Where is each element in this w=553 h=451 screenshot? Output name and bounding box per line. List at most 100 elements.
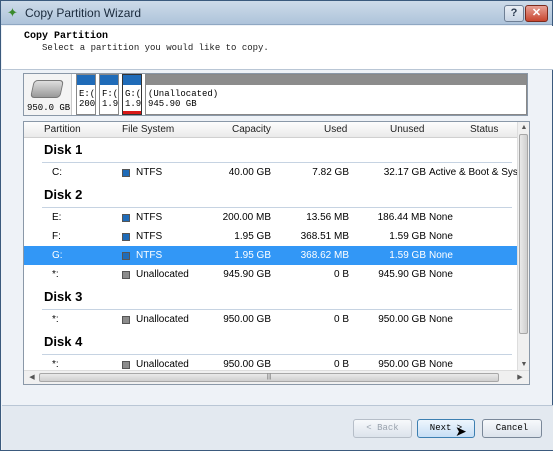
selected-indicator [123, 111, 141, 114]
partition-block-label: E:(200 [79, 89, 95, 109]
cell-capacity: 1.95 GB [234, 231, 271, 242]
mouse-pointer-icon: ➤ [455, 423, 467, 439]
title-bar[interactable]: ✦ Copy Partition Wizard ? ✕ [1, 1, 552, 25]
cell-used: 0 B [333, 359, 349, 370]
partition-block-f[interactable]: F:(1.9 [99, 74, 119, 115]
copy-partition-wizard-window: ✦ Copy Partition Wizard ? ✕ Copy Partiti… [0, 0, 553, 451]
cell-filesystem: NTFS [136, 212, 163, 223]
cell-unused: 945.90 GB [378, 269, 426, 280]
scroll-up-arrow-icon[interactable]: ▲ [518, 122, 529, 133]
cell-capacity: 40.00 GB [228, 167, 271, 178]
cell-status: Active & Boot & Sys [429, 167, 517, 178]
partition-block-label: G:(1.9 [125, 89, 141, 109]
wizard-footer: < Back Next > Cancel [2, 406, 553, 450]
block-letter: G:( [125, 89, 142, 99]
block-size: 1.9 [102, 99, 119, 109]
table-row[interactable]: F: NTFS 1.95 GB 368.51 MB 1.59 GB None [24, 227, 517, 246]
scroll-right-arrow-icon[interactable]: ▶ [514, 372, 526, 384]
cell-partition: *: [52, 359, 59, 370]
partition-block-unallocated[interactable]: (Unallocated) 945.90 GB [145, 74, 527, 115]
disk-2-block[interactable]: 950.0 GB [24, 74, 72, 115]
unallocated-color-square [122, 271, 130, 279]
cell-filesystem: Unallocated [136, 359, 189, 370]
col-partition[interactable]: Partition [44, 124, 81, 135]
cell-partition: *: [52, 314, 59, 325]
cell-unused: 1.59 GB [389, 231, 426, 242]
vertical-scrollbar[interactable]: ▲ ▼ [517, 122, 529, 370]
page-title: Copy Partition [24, 31, 109, 42]
cancel-button[interactable]: Cancel [482, 419, 542, 438]
block-letter: E:( [79, 89, 96, 99]
cell-capacity: 945.90 GB [223, 269, 271, 280]
cell-unused: 186.44 MB [377, 212, 426, 223]
disk-size-label: 950.0 GB [27, 103, 71, 113]
cell-capacity: 1.95 GB [234, 250, 271, 261]
unallocated-color-square [122, 316, 130, 324]
disk-1-label: Disk 1 [44, 142, 83, 157]
cell-partition: *: [52, 269, 59, 280]
scroll-down-arrow-icon[interactable]: ▼ [518, 359, 529, 370]
ntfs-color-square [122, 233, 130, 241]
block-size: 945.90 GB [148, 99, 197, 109]
cell-filesystem: NTFS [136, 250, 163, 261]
cell-partition: F: [52, 231, 61, 242]
cell-unused: 32.17 GB [383, 167, 426, 178]
disk-2-label: Disk 2 [44, 187, 83, 202]
cell-used: 0 B [333, 314, 349, 325]
cell-capacity: 200.00 MB [222, 212, 271, 223]
block-size: 1.9 [125, 99, 142, 109]
table-row[interactable]: E: NTFS 200.00 MB 13.56 MB 186.44 MB Non… [24, 208, 517, 227]
cell-used: 13.56 MB [306, 212, 349, 223]
cell-partition: G: [52, 250, 63, 261]
col-capacity[interactable]: Capacity [232, 124, 271, 135]
cell-used: 0 B [333, 269, 349, 280]
table-row-selected[interactable]: G: NTFS 1.95 GB 368.62 MB 1.59 GB None [24, 246, 517, 265]
cell-unused: 950.00 GB [378, 314, 426, 325]
vertical-scroll-thumb[interactable] [519, 134, 528, 334]
scroll-left-arrow-icon[interactable]: ◀ [26, 372, 38, 384]
cell-capacity: 950.00 GB [223, 359, 271, 370]
ntfs-color-square [122, 169, 130, 177]
close-button[interactable]: ✕ [525, 5, 548, 22]
disk-map: 950.0 GB E:(200 F:(1.9 G:(1.9 (Unallocat… [23, 73, 528, 116]
back-button[interactable]: < Back [353, 419, 412, 438]
horizontal-scrollbar[interactable]: ◀ ||| ▶ [24, 370, 529, 384]
table-row[interactable]: *: Unallocated 950.00 GB 0 B 950.00 GB N… [24, 310, 517, 329]
cell-status: None [429, 212, 453, 223]
help-button[interactable]: ? [504, 5, 524, 22]
cell-status: None [429, 231, 453, 242]
disk-4-label: Disk 4 [44, 334, 83, 349]
col-filesystem[interactable]: File System [122, 124, 174, 135]
cell-filesystem: Unallocated [136, 314, 189, 325]
cell-status: None [429, 314, 453, 325]
partition-block-g[interactable]: G:(1.9 [122, 74, 142, 115]
wizard-app-icon: ✦ [7, 5, 18, 20]
cell-unused: 1.59 GB [389, 250, 426, 261]
cell-partition: E: [52, 212, 62, 223]
table-row[interactable]: C: NTFS 40.00 GB 7.82 GB 32.17 GB Active… [24, 163, 517, 182]
cell-capacity: 950.00 GB [223, 314, 271, 325]
table-row[interactable]: *: Unallocated 945.90 GB 0 B 945.90 GB N… [24, 265, 517, 284]
cell-unused: 950.00 GB [378, 359, 426, 370]
ntfs-color-square [122, 214, 130, 222]
cell-status: None [429, 359, 453, 370]
cell-used: 368.51 MB [300, 231, 349, 242]
partition-list[interactable]: Partition File System Capacity Used Unus… [23, 121, 530, 385]
cell-filesystem: Unallocated [136, 269, 189, 280]
partition-block-label: F:(1.9 [102, 89, 118, 109]
col-status[interactable]: Status [470, 124, 498, 135]
partition-usage-bar [100, 75, 118, 85]
cell-used: 7.82 GB [312, 167, 349, 178]
partition-usage-bar [123, 75, 141, 85]
block-size: 200 [79, 99, 96, 109]
block-letter: F:( [102, 89, 119, 99]
cell-filesystem: NTFS [136, 167, 163, 178]
partition-block-e[interactable]: E:(200 [76, 74, 96, 115]
horizontal-scroll-thumb[interactable]: ||| [39, 373, 499, 382]
partition-block-label: (Unallocated) 945.90 GB [148, 89, 218, 109]
col-unused[interactable]: Unused [390, 124, 424, 135]
wizard-header: Copy Partition Select a partition you wo… [2, 26, 553, 70]
col-used[interactable]: Used [324, 124, 347, 135]
cell-used: 368.62 MB [300, 250, 349, 261]
unallocated-color-square [122, 361, 130, 369]
